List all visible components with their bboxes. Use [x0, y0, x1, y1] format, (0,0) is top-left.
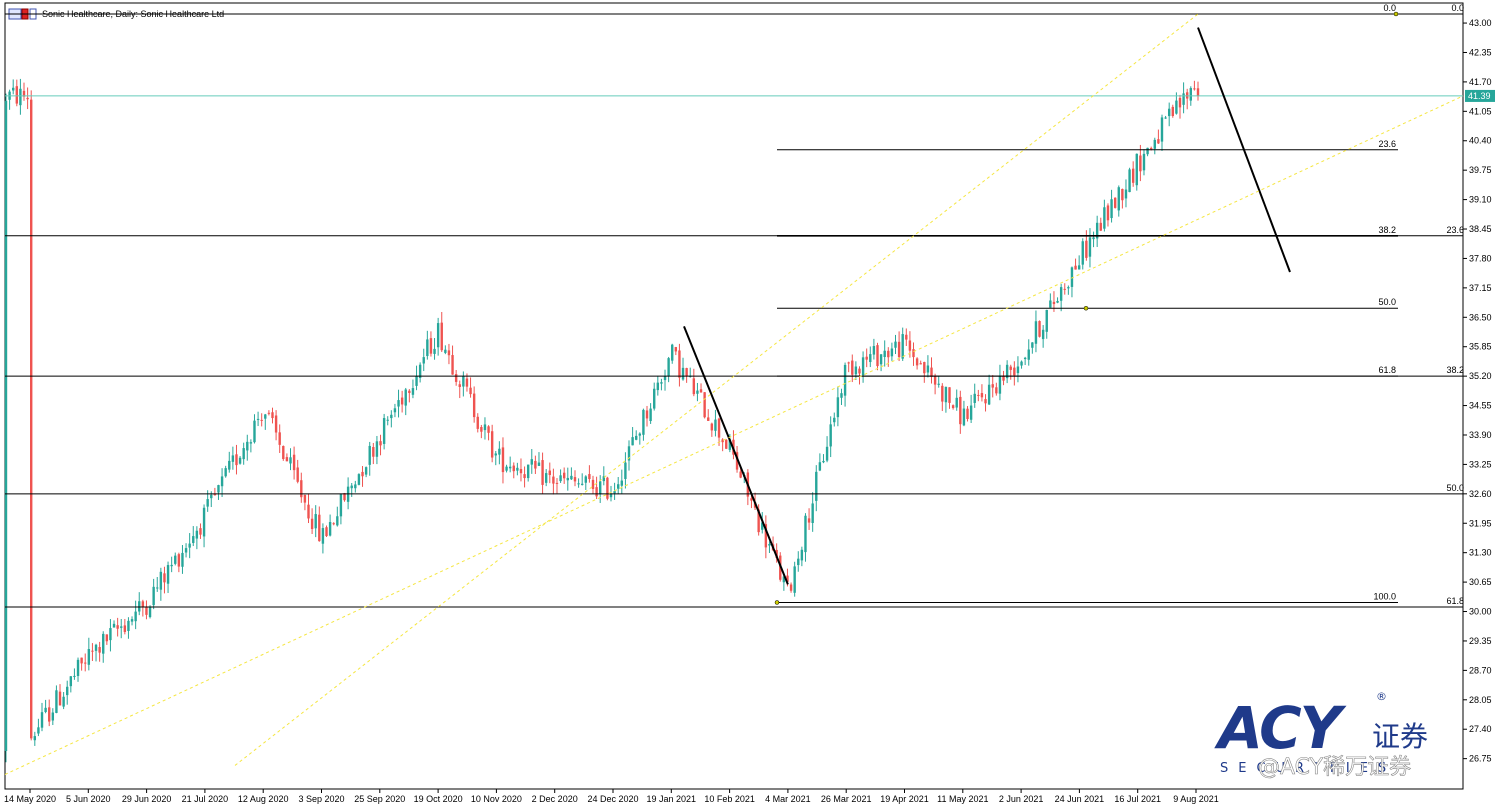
price-tick-label: 42.35	[1469, 47, 1492, 57]
date-tick-label: 10 Feb 2021	[704, 794, 755, 804]
price-tick-label: 38.45	[1469, 224, 1492, 234]
date-tick-label: 14 May 2020	[4, 794, 56, 804]
candle	[1128, 167, 1131, 193]
date-tick-label: 19 Jan 2021	[647, 794, 697, 804]
fib-level-label: 100.0	[1373, 591, 1396, 601]
price-tick-label: 31.95	[1469, 518, 1492, 528]
svg-text:41.39: 41.39	[1468, 91, 1491, 101]
trend-anchor-point[interactable]	[774, 600, 780, 605]
price-tick-label: 35.85	[1469, 342, 1492, 352]
current-price-tag: 41.39	[1465, 89, 1495, 102]
plot-frame	[4, 2, 1464, 790]
svg-text:®: ®	[1376, 690, 1387, 703]
candle	[357, 473, 361, 486]
price-tick-label: 39.75	[1469, 165, 1492, 175]
chart-container: Sonic Healthcare, Daily: Sonic Healthcar…	[0, 0, 1507, 812]
candle	[4, 93, 8, 763]
fib-level-label: 61.8	[1446, 596, 1464, 606]
price-tick-label: 36.50	[1469, 312, 1492, 322]
candle	[282, 445, 285, 461]
candle	[703, 392, 706, 419]
price-tick-label: 34.55	[1469, 401, 1492, 411]
candle	[30, 90, 33, 741]
trend-anchor-point[interactable]	[1083, 305, 1089, 311]
fib-level-label: 23.6	[1446, 225, 1464, 235]
price-tick-label: 33.25	[1469, 459, 1492, 469]
fib-level-label: 50.0	[1378, 297, 1396, 307]
price-tick-label: 31.30	[1469, 548, 1492, 558]
date-tick-label: 16 Jul 2021	[1114, 794, 1161, 804]
date-tick-label: 3 Sep 2020	[298, 794, 344, 804]
time-axis: 14 May 2020 5 Jun 2020 29 Jun 2020 21 Jul 2…	[4, 789, 1219, 804]
price-axis: 43.00 42.35 41.70 41.05 40.40 39.75 39.10 38.45…	[1463, 18, 1492, 764]
price-tick-label: 30.00	[1469, 607, 1492, 617]
date-tick-label: 26 Mar 2021	[821, 794, 872, 804]
candle	[1113, 197, 1117, 209]
price-tick-label: 41.70	[1469, 77, 1492, 87]
date-tick-label: 19 Apr 2021	[880, 794, 929, 804]
candle	[325, 525, 328, 538]
date-tick-label: 9 Aug 2021	[1173, 794, 1219, 804]
candle	[606, 476, 609, 501]
fib-level-label: 0.0	[1451, 3, 1464, 13]
fib-level-label: 38.2	[1446, 365, 1464, 375]
price-tick-label: 35.20	[1469, 371, 1492, 381]
social-handle: @ACY稀万证券	[1258, 755, 1411, 780]
date-tick-label: 11 May 2021	[937, 794, 988, 804]
date-tick-label: 5 Jun 2020	[66, 794, 111, 804]
price-tick-label: 41.05	[1469, 106, 1492, 116]
price-tick-label: 27.40	[1469, 724, 1492, 734]
price-tick-label: 33.90	[1469, 430, 1492, 440]
price-tick-label: 26.75	[1469, 754, 1492, 764]
date-tick-label: 25 Sep 2020	[354, 794, 405, 804]
price-tick-label: 39.10	[1469, 195, 1492, 205]
price-tick-label: 29.35	[1469, 636, 1492, 646]
candle	[725, 439, 728, 450]
price-tick-label: 28.70	[1469, 665, 1492, 675]
date-tick-label: 2 Jun 2021	[999, 794, 1044, 804]
date-tick-label: 10 Nov 2020	[471, 794, 522, 804]
price-tick-label: 30.65	[1469, 577, 1492, 587]
price-tick-label: 43.00	[1469, 18, 1492, 28]
fib-level-label: 0.0	[1383, 3, 1396, 13]
fib-level-label: 61.8	[1378, 365, 1396, 375]
svg-text:证券: 证券	[1372, 720, 1428, 753]
date-tick-label: 24 Dec 2020	[587, 794, 638, 804]
fib-level-label: 50.0	[1446, 483, 1464, 493]
candle	[793, 561, 796, 597]
fib-level-label: 23.6	[1378, 139, 1396, 149]
date-tick-label: 19 Oct 2020	[414, 794, 463, 804]
candle	[1135, 153, 1138, 191]
candle	[1038, 320, 1041, 338]
date-tick-label: 24 Jun 2021	[1055, 794, 1105, 804]
price-chart[interactable]: Sonic Healthcare, Daily: Sonic Healthcar…	[0, 0, 1507, 812]
price-tick-label: 28.05	[1469, 695, 1492, 705]
svg-text:ACY: ACY	[1214, 694, 1347, 762]
fib-level-label: 38.2	[1378, 225, 1396, 235]
date-tick-label: 12 Aug 2020	[238, 794, 289, 804]
price-tick-label: 32.60	[1469, 489, 1492, 499]
date-tick-label: 4 Mar 2021	[765, 794, 811, 804]
date-tick-label: 29 Jun 2020	[122, 794, 172, 804]
price-tick-label: 37.15	[1469, 283, 1492, 293]
date-tick-label: 21 Jul 2020	[182, 794, 229, 804]
price-tick-label: 37.80	[1469, 253, 1492, 263]
trend-anchor-point[interactable]	[1393, 11, 1399, 17]
date-tick-label: 2 Dec 2020	[532, 794, 578, 804]
price-tick-label: 40.40	[1469, 136, 1492, 146]
